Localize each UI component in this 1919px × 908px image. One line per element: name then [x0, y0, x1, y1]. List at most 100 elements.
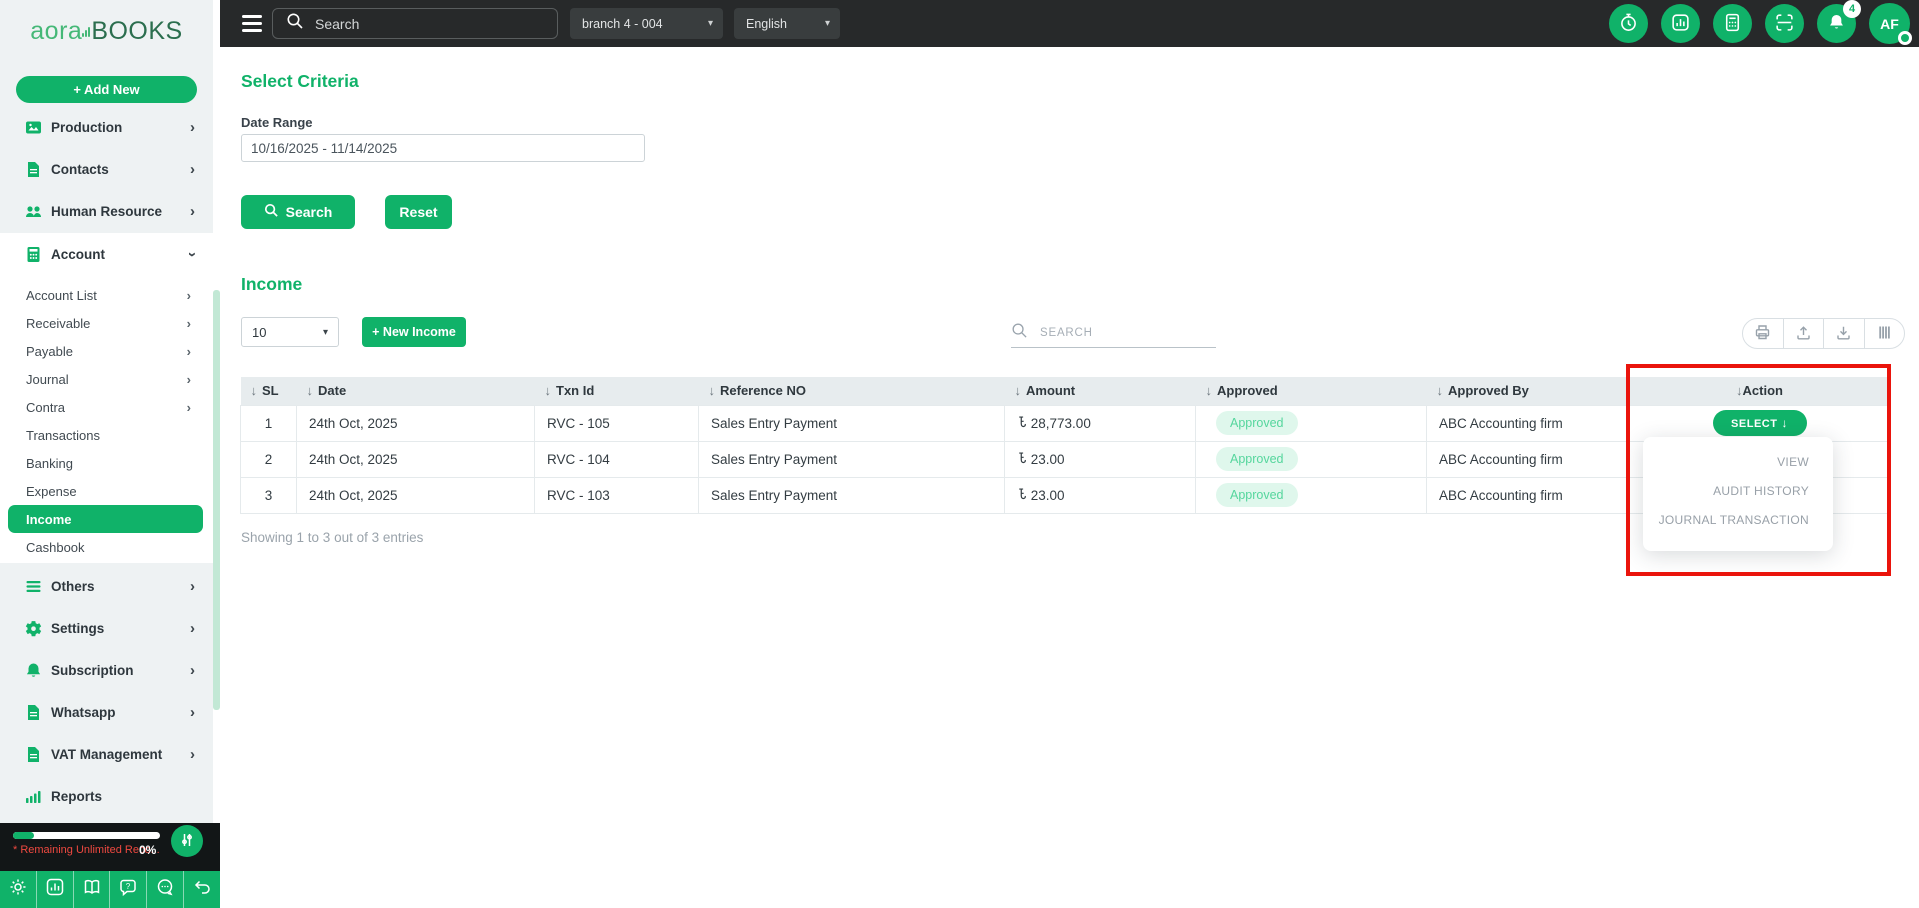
column-header-sl[interactable]: ↓ SL [240, 377, 297, 405]
notifications-button[interactable]: 4 [1817, 0, 1861, 43]
search-icon [1011, 322, 1028, 344]
sidebar-scrollbar-thumb[interactable] [213, 290, 220, 710]
cell-txn-id: RVC - 105 [534, 404, 699, 442]
sidebar-item-receivable[interactable]: Receivable › [0, 309, 213, 337]
menu-item-view[interactable]: VIEW [1643, 447, 1833, 476]
export-button[interactable] [1782, 319, 1824, 348]
sidebar-item-settings[interactable]: Settings › [0, 607, 213, 649]
print-button[interactable] [1743, 319, 1783, 348]
chevron-right-icon: › [186, 343, 191, 359]
sidebar-item-label: Subscription [51, 662, 134, 678]
sidebar-item-contra[interactable]: Contra › [0, 393, 213, 421]
chevron-right-icon: › [186, 315, 191, 331]
sidebar-item-account-list[interactable]: Account List › [0, 281, 213, 309]
sidebar-item-transactions[interactable]: Transactions [0, 421, 213, 449]
column-header-approved[interactable]: ↓ Approved [1195, 377, 1427, 405]
sidebar-item-subscription[interactable]: Subscription › [0, 649, 213, 691]
page-title: Select Criteria [241, 71, 359, 91]
taka-currency-icon [1017, 416, 1027, 431]
column-header-action[interactable]: ↓Action [1628, 377, 1891, 405]
column-header-txn-id[interactable]: ↓ Txn Id [534, 377, 699, 405]
reset-button[interactable]: Reset [385, 195, 452, 229]
global-search-input[interactable] [315, 15, 535, 32]
scan-button[interactable] [1765, 4, 1804, 43]
brand-logo[interactable]: aora BOOKS [0, 17, 213, 46]
status-badge: Approved [1216, 483, 1298, 507]
menu-item-audit-history[interactable]: AUDIT HISTORY [1643, 476, 1833, 505]
help-bubble-icon: ? [117, 876, 139, 903]
cell-date: 24th Oct, 2025 [296, 476, 535, 514]
caret-down-icon: ▾ [824, 18, 830, 29]
search-button[interactable]: Search [241, 195, 355, 229]
date-range-input[interactable] [241, 134, 645, 162]
account-section: Account › Account List › Receivable › Paya… [0, 233, 213, 563]
sidebar-nav-top: Production › Contacts › Human Resource › [0, 106, 213, 232]
sort-icon: ↓ [708, 383, 716, 399]
quick-chat-button[interactable] [146, 871, 183, 908]
notification-count-badge: 4 [1843, 0, 1861, 18]
chevron-right-icon: › [190, 619, 195, 637]
page-size-select[interactable]: 10 ▾ [241, 317, 339, 347]
language-select[interactable]: English ▾ [734, 8, 840, 39]
column-header-amount[interactable]: ↓ Amount [1004, 377, 1196, 405]
chevron-right-icon: › [190, 577, 195, 595]
cell-reference: Sales Entry Payment [698, 404, 1005, 442]
chevron-right-icon: › [190, 661, 195, 679]
time-tracker-button[interactable] [1609, 4, 1648, 43]
sidebar-item-cashbook[interactable]: Cashbook [0, 533, 213, 561]
quick-docs-button[interactable] [72, 871, 110, 908]
sidebar-item-whatsapp[interactable]: Whatsapp › [0, 691, 213, 733]
gear-icon [7, 876, 29, 903]
calculator-button[interactable] [1713, 4, 1752, 43]
sidebar-item-banking[interactable]: Banking [0, 449, 213, 477]
sidebar-item-contacts[interactable]: Contacts › [0, 148, 213, 190]
quick-help-button[interactable]: ? [109, 871, 146, 908]
chevron-right-icon: › [190, 703, 195, 721]
column-header-date[interactable]: ↓ Date [296, 377, 535, 405]
menu-item-journal-transaction[interactable]: JOURNAL TRANSACTION [1643, 505, 1833, 534]
sidebar-item-production[interactable]: Production › [0, 106, 213, 148]
sidebar-item-journal[interactable]: Journal › [0, 365, 213, 393]
file-icon [25, 161, 42, 178]
preferences-button[interactable] [171, 825, 203, 857]
sidebar-scrollbar[interactable] [213, 0, 220, 823]
sidebar-item-income-active[interactable]: Income [8, 505, 203, 533]
select-action-button[interactable]: SELECT ↓ [1712, 410, 1807, 436]
bell-icon [1826, 12, 1847, 36]
usage-note: * Remaining Unlimited Reco... [13, 844, 160, 856]
sidebar-item-account[interactable]: Account › [0, 233, 213, 275]
cell-approved: Approved [1195, 440, 1427, 478]
quick-reports-button[interactable] [35, 871, 73, 908]
chevron-right-icon: › [190, 160, 195, 178]
sidebar-item-vat-management[interactable]: VAT Management › [0, 733, 213, 775]
cell-date: 24th Oct, 2025 [296, 440, 535, 478]
add-new-button[interactable]: + Add New [16, 76, 197, 103]
download-button[interactable] [1823, 319, 1864, 348]
analytics-button[interactable] [1661, 4, 1700, 43]
table-search-input[interactable] [1040, 326, 1200, 339]
bar-chart-icon [25, 788, 42, 805]
scan-icon [1774, 12, 1795, 36]
logo-bars-icon [82, 25, 91, 39]
sidebar-item-human-resource[interactable]: Human Resource › [0, 190, 213, 232]
search-icon [286, 12, 304, 35]
bar-chart-icon [44, 876, 66, 903]
column-header-approved-by[interactable]: ↓ Approved By [1426, 377, 1629, 405]
sidebar-item-payable[interactable]: Payable › [0, 337, 213, 365]
quick-settings-button[interactable] [0, 871, 36, 908]
menu-toggle-button[interactable] [242, 15, 262, 32]
avatar[interactable]: AF [1869, 3, 1912, 45]
status-badge: Approved [1216, 411, 1298, 435]
columns-button[interactable] [1863, 319, 1905, 348]
sidebar-item-expense[interactable]: Expense [0, 477, 213, 505]
column-header-reference[interactable]: ↓ Reference NO [698, 377, 1005, 405]
new-income-button[interactable]: + New Income [362, 317, 466, 347]
columns-icon [1875, 323, 1894, 345]
quick-undo-button[interactable] [183, 871, 220, 908]
branch-select[interactable]: branch 4 - 004 ▾ [570, 8, 723, 39]
sidebar-item-others[interactable]: Others › [0, 565, 213, 607]
sidebar-item-reports[interactable]: Reports [0, 775, 213, 817]
usage-percent: 0% [139, 843, 157, 857]
account-sub-menu: Account List › Receivable › Payable › Journ… [0, 275, 213, 561]
sort-icon: ↓ [250, 383, 258, 399]
